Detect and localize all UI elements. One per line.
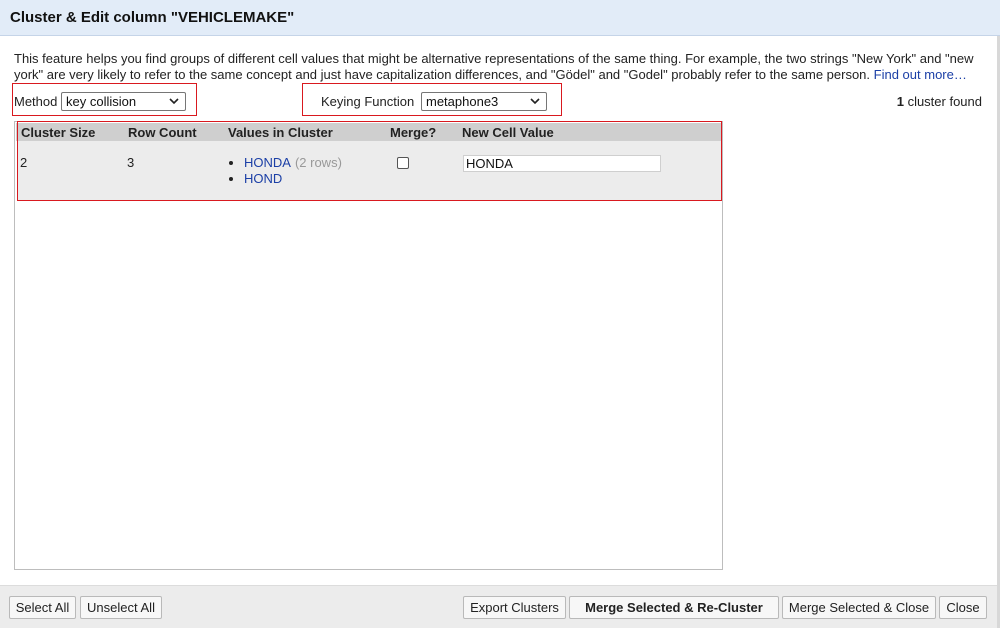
cluster-found-status: 1 cluster found bbox=[897, 94, 982, 109]
keying-function-select[interactable]: metaphone3 bbox=[421, 92, 547, 111]
new-cell-value-input[interactable] bbox=[463, 155, 661, 172]
column-header-merge[interactable]: Merge? bbox=[390, 125, 436, 140]
find-out-more-link[interactable]: Find out more… bbox=[874, 67, 967, 82]
method-label: Method bbox=[14, 94, 58, 109]
description-text: This feature helps you find groups of di… bbox=[14, 51, 986, 83]
keying-select-value: metaphone3 bbox=[426, 94, 499, 109]
list-item: HOND bbox=[227, 171, 342, 187]
select-all-button[interactable]: Select All bbox=[9, 596, 76, 619]
cluster-values-list: HONDA (2 rows) HOND bbox=[227, 155, 342, 187]
chevron-down-icon bbox=[530, 98, 540, 105]
column-header-row-count[interactable]: Row Count bbox=[128, 125, 197, 140]
unselect-all-button[interactable]: Unselect All bbox=[80, 596, 162, 619]
dialog-footer: Select All Unselect All Export Clusters … bbox=[0, 585, 997, 628]
close-button[interactable]: Close bbox=[939, 596, 987, 619]
dialog-title: Cluster & Edit column "VEHICLEMAKE" bbox=[10, 9, 295, 26]
cluster-value-link[interactable]: HONDA bbox=[244, 155, 291, 170]
table-row: 2 3 HONDA (2 rows) HOND bbox=[18, 141, 721, 201]
list-item: HONDA (2 rows) bbox=[227, 155, 342, 171]
column-header-cluster-size[interactable]: Cluster Size bbox=[21, 125, 95, 140]
description-body: This feature helps you find groups of di… bbox=[14, 51, 974, 82]
column-header-values[interactable]: Values in Cluster bbox=[228, 125, 333, 140]
method-select-value: key collision bbox=[66, 94, 137, 109]
cluster-value-link[interactable]: HOND bbox=[244, 171, 282, 186]
chevron-down-icon bbox=[169, 98, 179, 105]
table-header: Cluster Size Row Count Values in Cluster… bbox=[16, 123, 721, 141]
cluster-found-label: cluster found bbox=[907, 94, 982, 109]
merge-close-button[interactable]: Merge Selected & Close bbox=[782, 596, 936, 619]
merge-recluster-button[interactable]: Merge Selected & Re-Cluster bbox=[569, 596, 779, 619]
clusters-table: Cluster Size Row Count Values in Cluster… bbox=[14, 121, 723, 570]
value-row-count: (2 rows) bbox=[294, 155, 342, 170]
keying-function-label: Keying Function bbox=[321, 94, 415, 109]
keying-control-group: Keying Function metaphone3 bbox=[302, 83, 562, 116]
export-clusters-button[interactable]: Export Clusters bbox=[463, 596, 566, 619]
method-control-group: Method key collision bbox=[12, 83, 197, 116]
column-header-new-value[interactable]: New Cell Value bbox=[462, 125, 554, 140]
dialog-header: Cluster & Edit column "VEHICLEMAKE" bbox=[0, 0, 1000, 36]
cluster-size-cell: 2 bbox=[20, 155, 28, 170]
cluster-edit-dialog: Cluster & Edit column "VEHICLEMAKE" This… bbox=[0, 0, 1000, 628]
merge-checkbox[interactable] bbox=[397, 157, 409, 169]
method-select[interactable]: key collision bbox=[61, 92, 186, 111]
row-count-cell: 3 bbox=[127, 155, 135, 170]
cluster-count: 1 bbox=[896, 94, 904, 109]
